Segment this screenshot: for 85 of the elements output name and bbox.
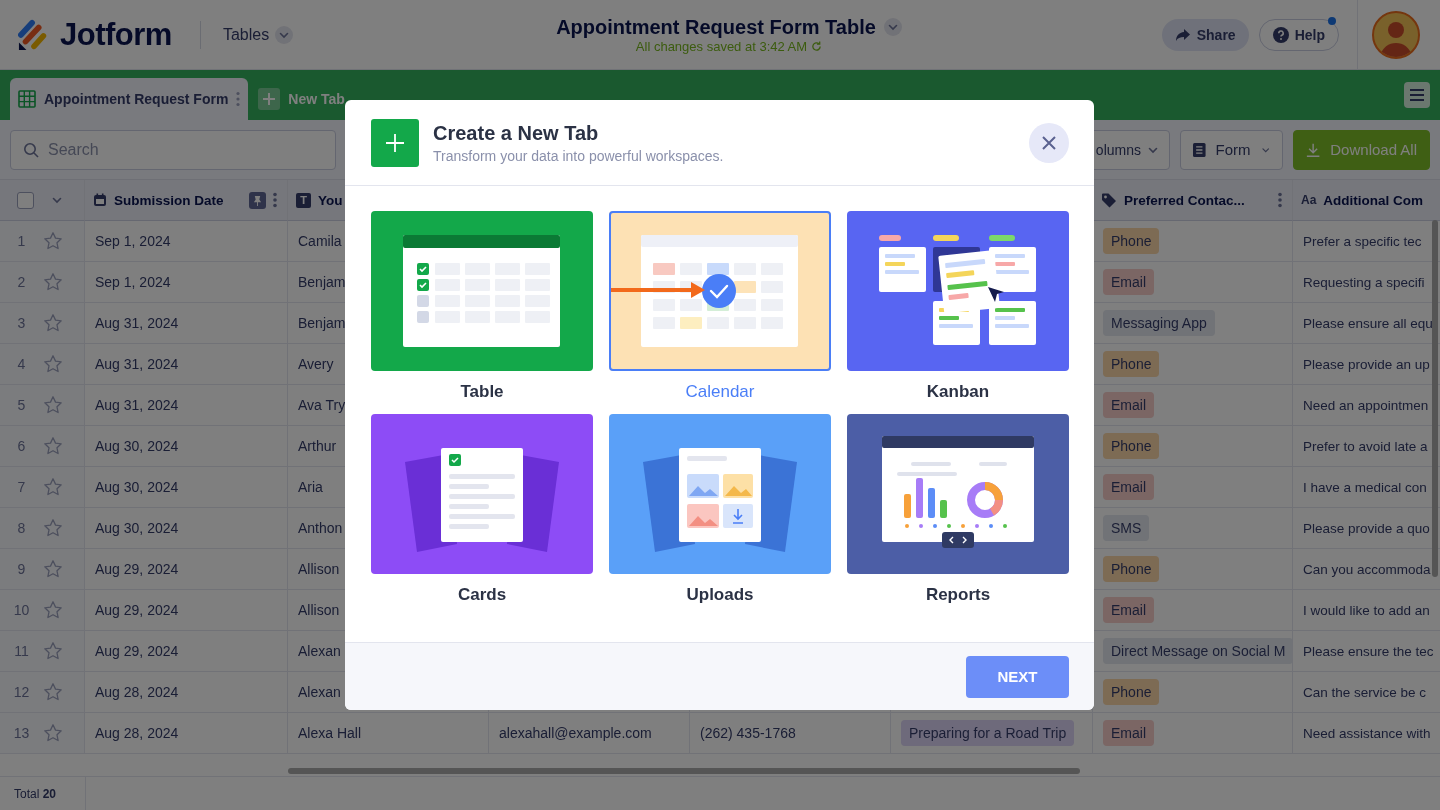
table-cell: Aug 29, 2024 [95, 602, 179, 618]
table-cell: Aug 29, 2024 [95, 643, 179, 659]
table-cell: Aug 31, 2024 [95, 397, 179, 413]
table-cell: Anthon [298, 520, 343, 536]
row-number: 3 [17, 315, 26, 331]
table-cell: Can you accommoda [1303, 561, 1431, 577]
table-cell: Allison [298, 602, 340, 618]
table-cell: Requesting a specifi [1303, 274, 1425, 290]
row-number: 1 [17, 233, 26, 249]
table-cell: Can the service be c [1303, 684, 1427, 700]
table-cell: I have a medical con [1303, 479, 1427, 495]
column-title[interactable]: Additional Com [1323, 192, 1424, 208]
table-cell: (262) 435-1768 [700, 725, 796, 741]
table-cell: Sep 1, 2024 [95, 233, 171, 249]
help-button[interactable]: Help [1258, 18, 1339, 51]
search-field[interactable]: Search [10, 129, 336, 170]
table-cell: alexahall@example.com [499, 725, 652, 741]
dialog-title: Create a New Tab [433, 121, 600, 145]
contact-tag: Email [1103, 269, 1154, 295]
contact-tag: Email [1103, 474, 1154, 500]
table-cell: Aria [298, 479, 323, 495]
row-number: 6 [17, 438, 26, 454]
table-cell: Ava Try [298, 397, 346, 413]
table-cell: Prefer a specific tec [1303, 233, 1422, 249]
table-cell: Sep 1, 2024 [95, 274, 171, 290]
column-title[interactable]: You [318, 192, 343, 208]
dialog-subtitle: Transform your data into powerful workspaces. [433, 147, 725, 164]
contact-tag: Phone [1103, 679, 1160, 705]
table-cell: Please ensure all equ [1303, 315, 1433, 331]
table-cell: Benjam [298, 315, 346, 331]
save-status: All changes saved at 3:42 AM [635, 38, 808, 54]
contact-tag: Email [1103, 720, 1154, 746]
row-number: 8 [17, 520, 26, 536]
table-cell: Aug 30, 2024 [95, 438, 179, 454]
row-number: 13 [13, 725, 30, 741]
table-cell: Aug 31, 2024 [95, 315, 179, 331]
text-type-icon: T [296, 192, 311, 208]
contact-tag: Phone [1103, 228, 1160, 254]
table-cell: Allison [298, 561, 340, 577]
table-cell: Please provide a quo [1303, 520, 1430, 536]
contact-tag: SMS [1103, 515, 1150, 541]
text-type-icon: Aa [1301, 193, 1317, 207]
row-number: 2 [17, 274, 26, 290]
contact-tag: Phone [1103, 351, 1160, 377]
table-cell: Alexa Hall [298, 725, 362, 741]
row-number: 12 [13, 684, 30, 700]
logo-text: Jotform [60, 16, 172, 53]
table-cell: Need assistance with [1303, 725, 1431, 741]
table-cell: Aug 28, 2024 [95, 684, 179, 700]
table-cell: Aug 31, 2024 [95, 356, 179, 372]
row-total: Total 20 [13, 786, 58, 801]
table-cell: I would like to add an [1303, 602, 1430, 618]
form-button[interactable]: Form [1180, 129, 1283, 170]
tab[interactable]: Appointment Request Form [10, 78, 249, 120]
next-button[interactable]: NEXT [966, 655, 1069, 698]
contact-tag: Phone [1103, 556, 1160, 582]
contact-tag: Email [1103, 597, 1154, 623]
contact-tag: Phone [1103, 433, 1160, 459]
table-cell: Prefer to avoid late a [1303, 438, 1428, 454]
table-cell: Alexan [298, 684, 341, 700]
contact-tag: Direct Message on Social M [1103, 638, 1292, 664]
row-number: 10 [13, 602, 30, 618]
table-cell: Need an appointmen [1303, 397, 1429, 413]
table-cell: Arthur [298, 438, 337, 454]
table-cell: Aug 28, 2024 [95, 725, 179, 741]
table-cell: Please provide an up [1303, 356, 1430, 372]
share-button[interactable]: Share [1161, 18, 1249, 51]
table-cell: Alexan [298, 643, 341, 659]
row-number: 11 [14, 643, 29, 659]
document-title: Appointment Request Form Table [556, 15, 876, 39]
row-number: 7 [17, 479, 26, 495]
table-cell: Avery [298, 356, 334, 372]
table-cell: Please ensure the tec [1303, 643, 1434, 659]
row-number: 9 [17, 561, 26, 577]
table-cell: Aug 30, 2024 [95, 479, 179, 495]
contact-tag: Messaging App [1103, 310, 1215, 336]
service-tag: Preparing for a Road Trip [901, 720, 1075, 746]
table-cell: Aug 30, 2024 [95, 520, 179, 536]
section-dropdown[interactable]: Tables [222, 25, 294, 44]
table-cell: Camila [298, 233, 342, 249]
table-cell: Benjam [298, 274, 346, 290]
table-cell: Aug 29, 2024 [95, 561, 179, 577]
contact-tag: Email [1103, 392, 1154, 418]
row-number: 4 [17, 356, 26, 372]
row-number: 5 [17, 397, 26, 413]
